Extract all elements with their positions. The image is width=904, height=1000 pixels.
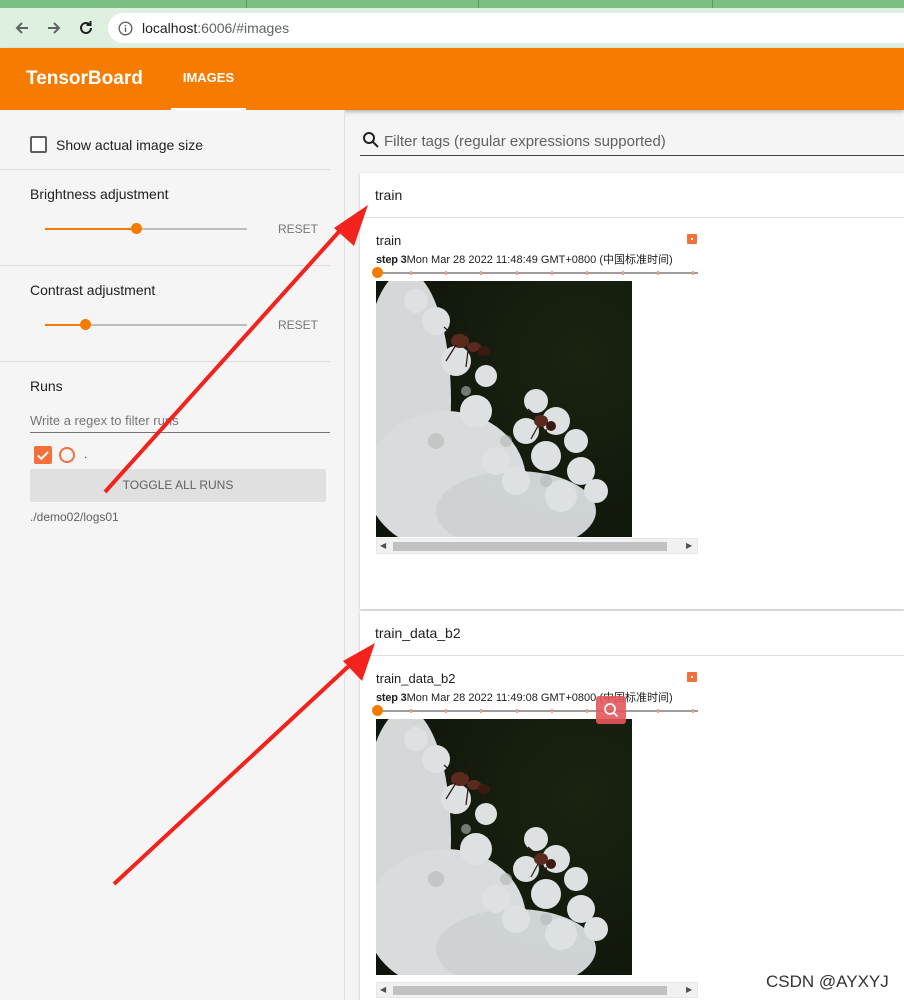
show-actual-size-label: Show actual image size xyxy=(56,137,204,153)
brand-title: TensorBoard xyxy=(26,68,143,89)
run-checkbox[interactable] xyxy=(34,446,52,464)
divider xyxy=(360,655,904,656)
tab-images-label: IMAGES xyxy=(182,70,235,85)
run-color-icon xyxy=(687,234,697,244)
step-slider[interactable] xyxy=(372,267,698,278)
contrast-slider-fill xyxy=(45,324,85,326)
browser-toolbar: localhost:6006/#images xyxy=(0,8,904,48)
sidebar: Show actual image size Brightness adjust… xyxy=(0,110,345,1000)
card-title[interactable]: train_data_b2 xyxy=(375,625,461,641)
scrollbar-thumb[interactable] xyxy=(393,542,667,551)
url-path: :6006/#images xyxy=(197,20,290,36)
logdir-path: ./demo02/logs01 xyxy=(30,510,119,524)
divider xyxy=(0,361,330,362)
image-tag-name: train xyxy=(376,233,402,248)
step-info: step 3Mon Mar 28 2022 11:48:49 GMT+0800 … xyxy=(376,251,698,267)
step-label: step 3 xyxy=(376,692,407,704)
scroll-right-icon[interactable]: ▶ xyxy=(686,541,692,550)
step-tick xyxy=(586,271,588,275)
search-icon xyxy=(363,132,379,148)
step-tick xyxy=(445,271,447,275)
step-tick xyxy=(622,271,624,275)
tab-separator xyxy=(478,0,479,8)
flower-photo xyxy=(376,281,632,537)
tab-images[interactable]: IMAGES xyxy=(171,48,246,110)
step-tick xyxy=(551,709,553,713)
summary-image xyxy=(376,281,632,537)
image-horizontal-scrollbar[interactable]: ◀ ▶ xyxy=(376,982,698,998)
step-timestamp: Mon Mar 28 2022 11:49:08 GMT+0800 (中国标准时… xyxy=(406,692,673,704)
scrollbar-thumb[interactable] xyxy=(393,986,667,995)
toggle-all-runs-button[interactable]: TOGGLE ALL RUNS xyxy=(30,469,326,502)
zoom-badge[interactable] xyxy=(596,696,626,724)
brightness-label: Brightness adjustment xyxy=(30,186,169,202)
brightness-slider-fill xyxy=(45,228,136,230)
contrast-reset-button[interactable]: RESET xyxy=(278,318,318,332)
step-tick xyxy=(480,271,482,275)
browser-tab-strip xyxy=(0,0,904,8)
step-tick xyxy=(410,709,412,713)
url-text: localhost:6006/#images xyxy=(142,20,289,36)
runs-heading: Runs xyxy=(30,378,63,394)
step-slider-knob[interactable] xyxy=(372,705,383,716)
tab-separator xyxy=(246,0,247,8)
step-tick xyxy=(586,709,588,713)
check-icon xyxy=(37,451,49,461)
show-actual-size-checkbox[interactable] xyxy=(30,136,47,153)
step-timestamp: Mon Mar 28 2022 11:48:49 GMT+0800 (中国标准时… xyxy=(406,254,673,266)
divider xyxy=(0,169,330,170)
reload-button[interactable] xyxy=(74,16,98,40)
tag-card-train-data-b2: train_data_b2 train_data_b2 step 3Mon Ma… xyxy=(360,611,904,1000)
watermark: CSDN @AYXYJ xyxy=(766,972,889,991)
brightness-reset-button[interactable]: RESET xyxy=(278,222,318,236)
step-tick xyxy=(410,271,412,275)
image-horizontal-scrollbar[interactable]: ◀ ▶ xyxy=(376,538,698,554)
contrast-label: Contrast adjustment xyxy=(30,282,156,298)
reload-icon xyxy=(80,21,92,34)
divider xyxy=(360,217,904,218)
forward-button[interactable] xyxy=(42,16,66,40)
step-tick xyxy=(445,709,447,713)
scroll-right-icon[interactable]: ▶ xyxy=(686,985,692,994)
step-info: step 3Mon Mar 28 2022 11:49:08 GMT+0800 … xyxy=(376,689,698,705)
step-tick xyxy=(516,271,518,275)
run-color-radio[interactable] xyxy=(59,447,75,463)
card-title[interactable]: train xyxy=(375,187,402,203)
arrow-left-icon xyxy=(15,22,28,34)
summary-image xyxy=(376,719,632,975)
scroll-left-icon[interactable]: ◀ xyxy=(380,985,386,994)
divider xyxy=(0,265,330,266)
step-tick xyxy=(551,271,553,275)
step-tick xyxy=(657,709,659,713)
image-tag-name: train_data_b2 xyxy=(376,671,456,686)
step-slider-knob[interactable] xyxy=(372,267,383,278)
url-host: localhost xyxy=(142,20,198,36)
runs-filter-input[interactable] xyxy=(30,408,330,433)
arrow-right-icon xyxy=(48,22,61,34)
step-tick xyxy=(516,709,518,713)
brightness-slider-knob[interactable] xyxy=(131,223,142,234)
step-tick xyxy=(480,709,482,713)
app-header: TensorBoard IMAGES xyxy=(0,48,904,110)
step-label: step 3 xyxy=(376,254,407,266)
address-bar[interactable]: localhost:6006/#images xyxy=(108,13,904,43)
tab-separator xyxy=(712,0,713,8)
flower-photo xyxy=(376,719,632,975)
step-tick xyxy=(692,709,694,713)
tag-card-train: train train step 3Mon Mar 28 2022 11:48:… xyxy=(360,173,904,609)
step-tick xyxy=(692,271,694,275)
main-content: train train step 3Mon Mar 28 2022 11:48:… xyxy=(346,110,904,1000)
step-tick xyxy=(657,271,659,275)
step-slider[interactable] xyxy=(372,705,698,716)
scroll-left-icon[interactable]: ◀ xyxy=(380,541,386,550)
contrast-slider-knob[interactable] xyxy=(80,319,91,330)
info-icon xyxy=(118,21,133,36)
tag-filter xyxy=(360,130,904,156)
magnifier-icon xyxy=(604,703,619,718)
run-name: . xyxy=(84,447,88,461)
run-color-icon xyxy=(687,672,697,682)
tag-filter-input[interactable] xyxy=(384,130,894,152)
back-button[interactable] xyxy=(10,16,34,40)
